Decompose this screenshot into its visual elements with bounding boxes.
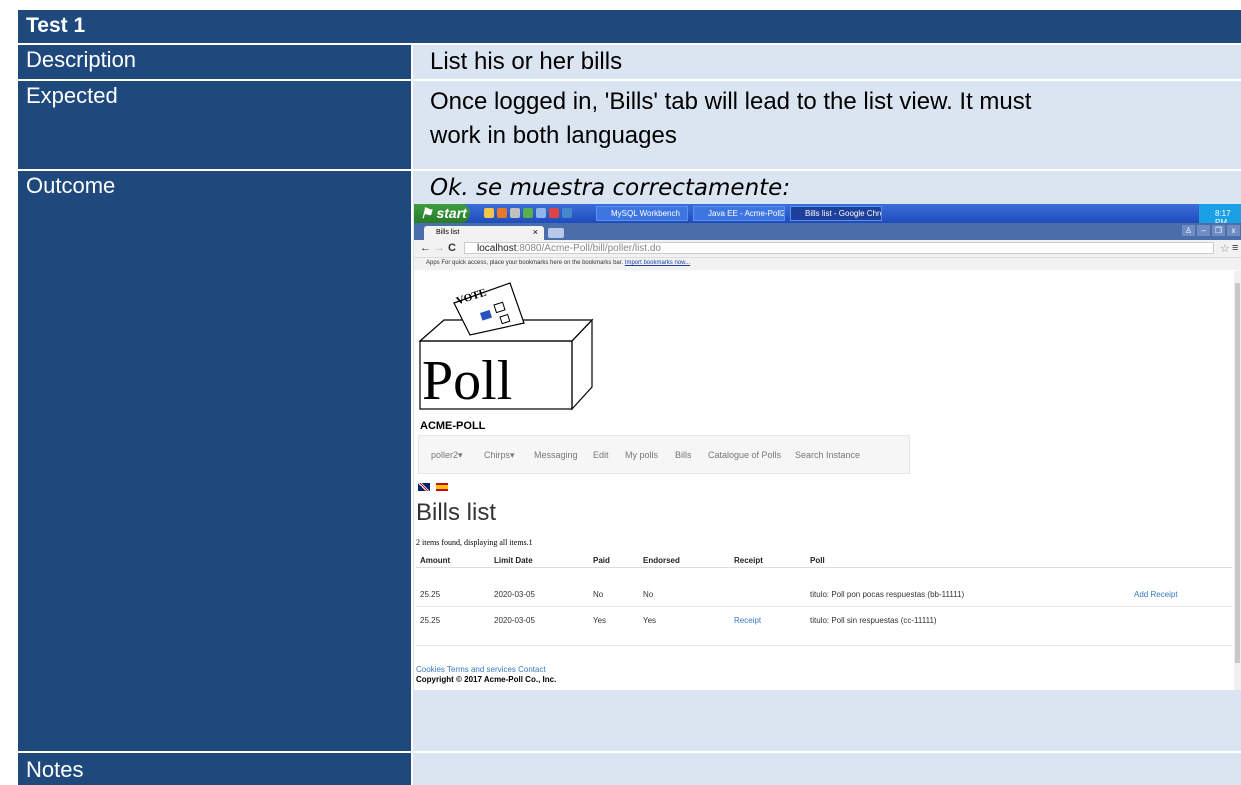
row1-endorsed: No (643, 590, 654, 599)
row2-paid: Yes (593, 616, 607, 625)
ie-icon[interactable] (484, 208, 494, 218)
page-scrollbar[interactable] (1234, 271, 1241, 690)
taskbar-clock: 8:17 PM (1199, 204, 1241, 227)
windows-flag-icon: ⚑ (420, 205, 433, 221)
header-divider (416, 567, 1232, 568)
menu-my-polls[interactable]: My polls (625, 450, 658, 460)
forward-icon[interactable]: → (434, 242, 445, 254)
browser-tabbar: Bills list × ♙ – ❐ x (414, 223, 1241, 240)
menu-poller2[interactable]: poller2▾ (431, 450, 463, 461)
row1-amount: 25.25 (420, 590, 441, 599)
task-mysql[interactable]: MySQL Workbench (596, 206, 688, 221)
bookmarks-bar: Apps For quick access, place your bookma… (414, 258, 1241, 270)
brand-name: ACME-POLL (420, 420, 486, 432)
logo-poll-text: Poll (422, 350, 513, 412)
expected-row: Expected Once logged in, 'Bills' tab wil… (18, 81, 1241, 169)
col-paid: Paid (593, 556, 610, 565)
import-bookmarks-link[interactable]: Import bookmarks now... (625, 260, 690, 266)
description-value: List his or her bills (413, 45, 1241, 79)
receipt-link[interactable]: Receipt (734, 616, 761, 625)
menu-bills[interactable]: Bills (675, 450, 692, 460)
row-divider (416, 606, 1232, 607)
restore-icon[interactable]: ❐ (1212, 225, 1225, 236)
close-window-icon[interactable]: x (1227, 225, 1240, 236)
notes-value (413, 753, 1241, 785)
description-label: Description (18, 45, 411, 79)
menu-icon[interactable]: ≡ (1232, 242, 1238, 254)
notes-row: Notes (18, 753, 1241, 785)
row2-endorsed: Yes (643, 616, 657, 625)
user-icon[interactable]: ♙ (1182, 225, 1195, 236)
row2-amount: 25.25 (420, 616, 441, 625)
col-limit-date: Limit Date (494, 556, 533, 565)
task-java-ee[interactable]: Java EE - Acme-Poll2.... (693, 206, 785, 221)
windows-taskbar: ⚑ start MySQL Workbench Java EE - Acme-P… (414, 204, 1241, 227)
embedded-screenshot: ⚑ start MySQL Workbench Java EE - Acme-P… (414, 204, 1241, 690)
browser-tab[interactable]: Bills list × (424, 226, 544, 240)
back-icon[interactable]: ← (420, 242, 431, 254)
row1-paid: No (593, 590, 604, 599)
expected-value-line1: Once logged in, 'Bills' tab will lead to… (430, 88, 1032, 115)
scrollbar-thumb[interactable] (1235, 283, 1240, 663)
page-title: Bills list (416, 499, 497, 526)
expected-value: Once logged in, 'Bills' tab will lead to… (413, 81, 1241, 169)
url-host: localhost (477, 243, 517, 254)
expected-label: Expected (18, 81, 411, 169)
items-found-text: 2 items found, displaying all items.1 (416, 538, 533, 547)
url-path: :8080/Acme-Poll/bill/poller/list.do (516, 243, 661, 254)
start-label: start (436, 205, 467, 221)
notes-label: Notes (18, 753, 411, 785)
english-flag-icon[interactable] (418, 483, 430, 491)
spanish-flag-icon[interactable] (436, 483, 449, 491)
row1-poll: titulo: Poll pon pocas respuestas (bb-11… (810, 590, 965, 599)
menu-chirps[interactable]: Chirps▾ (484, 450, 515, 461)
add-receipt-link[interactable]: Add Receipt (1134, 590, 1178, 599)
media-icon[interactable] (549, 208, 559, 218)
footer-links[interactable]: Cookies Terms and services Contact (416, 665, 546, 674)
close-tab-icon[interactable]: × (533, 227, 538, 237)
menu-messaging[interactable]: Messaging (534, 450, 578, 460)
menu-search-instance[interactable]: Search Instance (795, 450, 860, 460)
task-chrome[interactable]: Bills list - Google Chrome (790, 206, 882, 221)
chrome-icon[interactable] (523, 208, 533, 218)
app-icon[interactable] (562, 208, 572, 218)
description-row: Description List his or her bills (18, 45, 1241, 79)
outcome-label: Outcome (18, 171, 411, 751)
web-page: VOTE Poll ACME-POLL poller2▾ Chirps▾ Mes… (414, 271, 1234, 690)
row2-poll: titulo: Poll sin respuestas (cc-11111) (810, 616, 937, 625)
bookmarks-text: Apps For quick access, place your bookma… (426, 260, 624, 266)
row-divider (416, 645, 1232, 646)
language-flags (418, 478, 450, 496)
test-title: Test 1 (18, 10, 1241, 43)
col-amount: Amount (420, 556, 451, 565)
col-endorsed: Endorsed (643, 556, 680, 565)
menu-catalogue[interactable]: Catalogue of Polls (708, 450, 781, 460)
row2-limit-date: 2020-03-05 (494, 616, 535, 625)
mail-icon[interactable] (536, 208, 546, 218)
start-button[interactable]: ⚑ start (414, 204, 470, 223)
expected-value-line2: work in both languages (430, 122, 677, 149)
tab-title: Bills list (436, 229, 460, 236)
document-icon[interactable] (510, 208, 520, 218)
address-bar-row: ← → C localhost:8080/Acme-Poll/bill/poll… (414, 240, 1241, 258)
site-menu: poller2▾ Chirps▾ Messaging Edit My polls… (418, 435, 910, 474)
outcome-value: Ok. se muestra correctamente: (430, 175, 791, 201)
firefox-icon[interactable] (497, 208, 507, 218)
menu-edit[interactable]: Edit (593, 450, 609, 460)
url-input[interactable]: localhost:8080/Acme-Poll/bill/poller/lis… (464, 242, 1214, 254)
new-tab-button[interactable] (548, 228, 564, 238)
minimize-icon[interactable]: – (1197, 225, 1210, 236)
row1-limit-date: 2020-03-05 (494, 590, 535, 599)
reload-icon[interactable]: C (448, 242, 456, 254)
star-icon[interactable]: ☆ (1220, 242, 1230, 255)
col-poll: Poll (810, 556, 825, 565)
copyright: Copyright © 2017 Acme-Poll Co., Inc. (416, 675, 557, 684)
col-receipt: Receipt (734, 556, 763, 565)
